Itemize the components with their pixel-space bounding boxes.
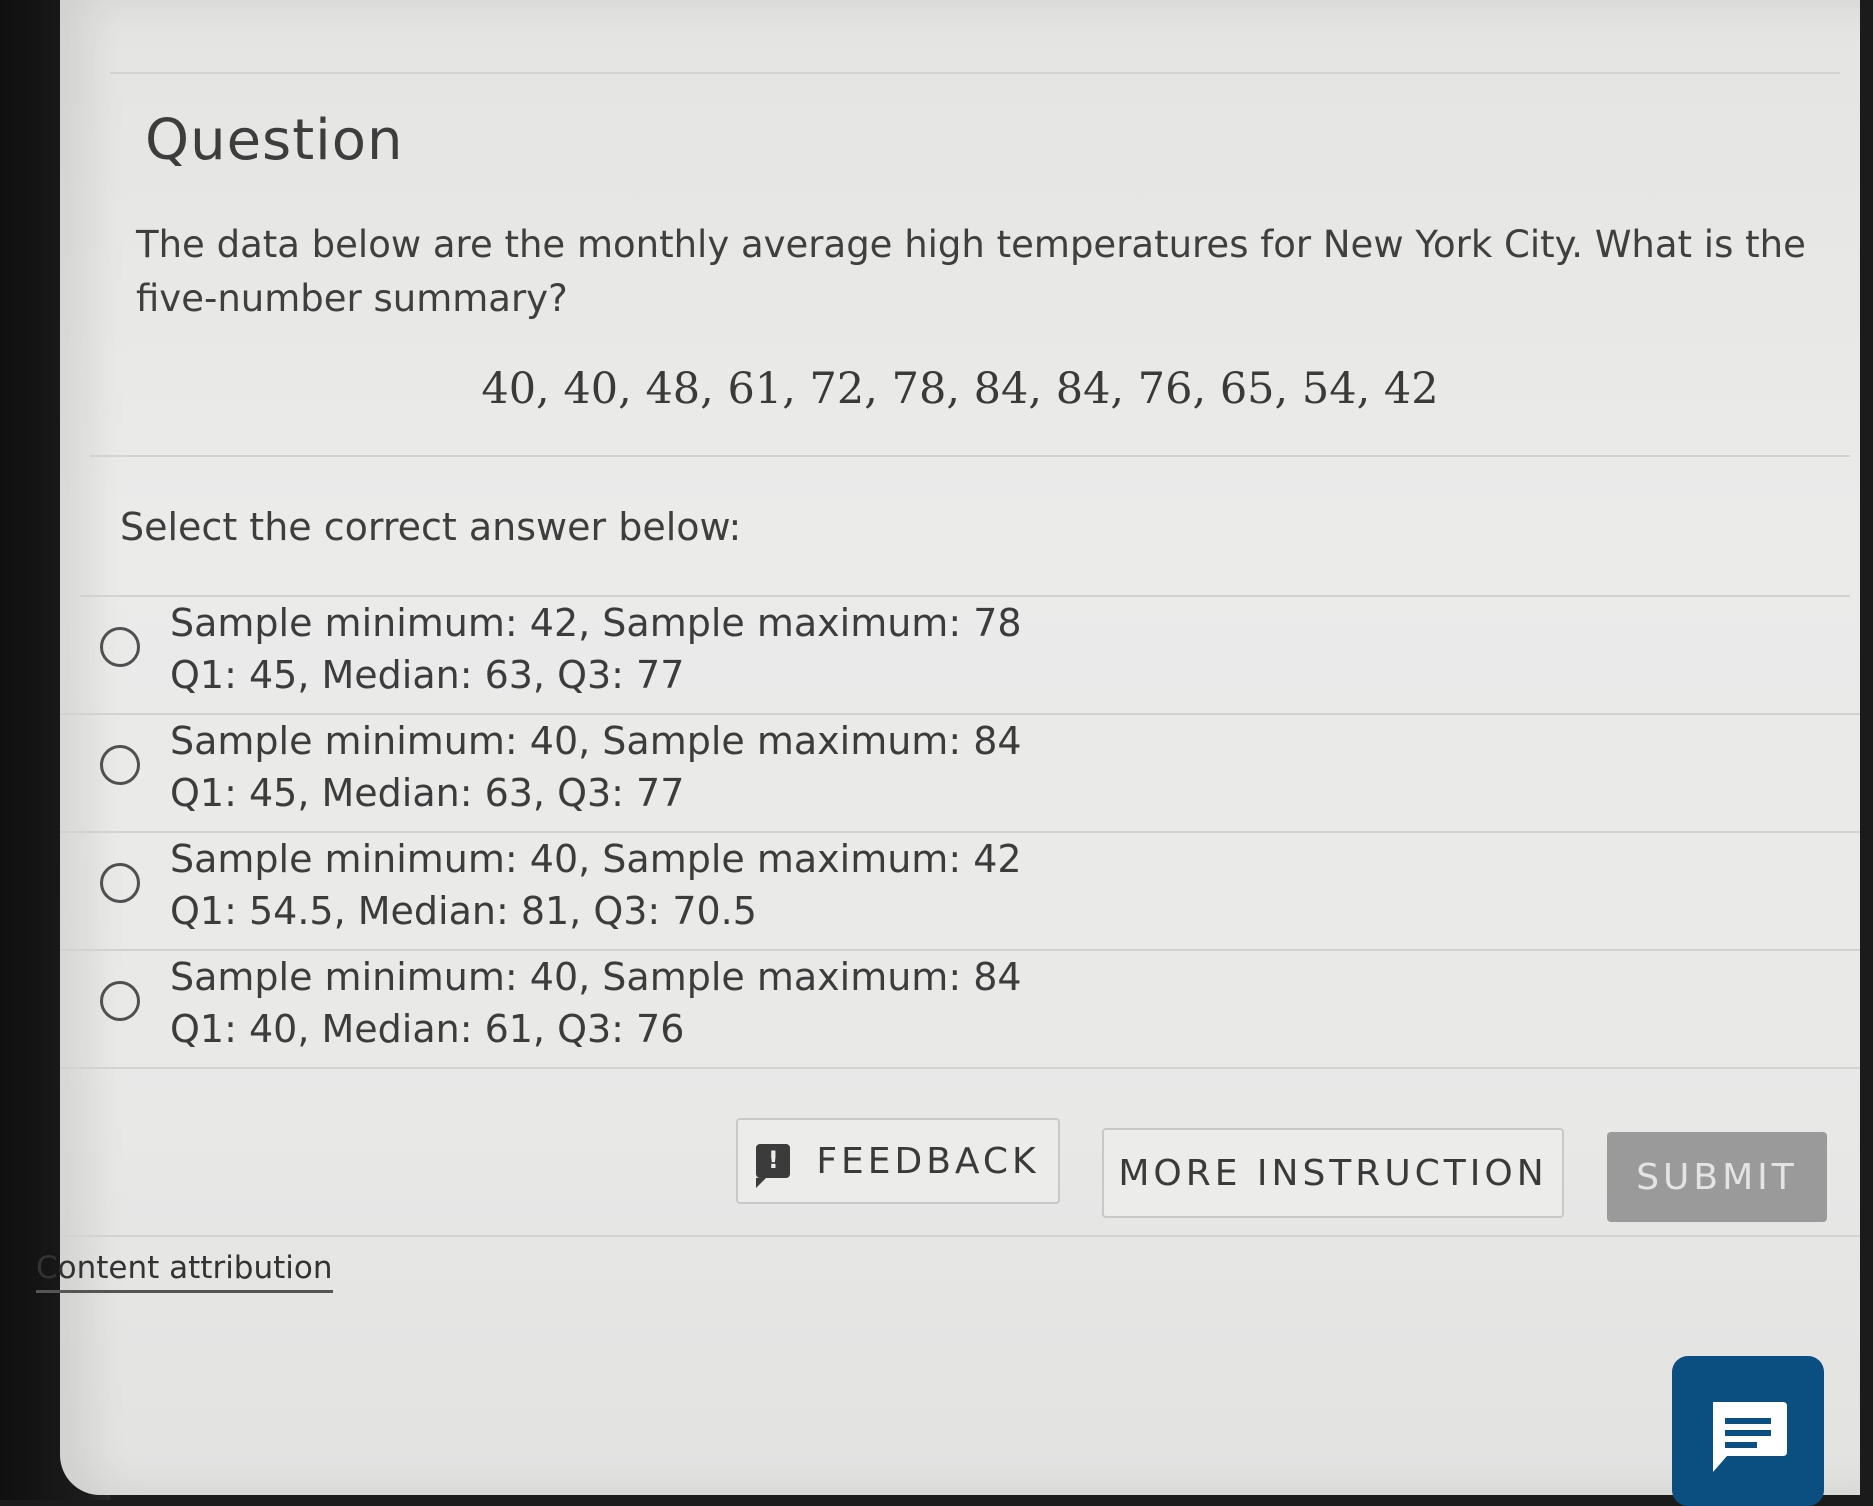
divider [110,72,1840,74]
submit-button[interactable]: SUBMIT [1607,1132,1827,1222]
feedback-icon: ! [756,1144,791,1188]
content-attribution-link[interactable]: Content attribution [36,1250,333,1293]
page-title: Question [145,108,404,173]
chat-icon [1713,1402,1787,1472]
answer-options: Sample minimum: 42, Sample maximum: 78 Q… [60,597,1860,1069]
feedback-button[interactable]: ! FEEDBACK [736,1118,1060,1204]
option-line-1: Sample minimum: 40, Sample maximum: 42 [170,837,1022,881]
answer-option-2[interactable]: Sample minimum: 40, Sample maximum: 84 Q… [60,715,1860,833]
option-line-1: Sample minimum: 42, Sample maximum: 78 [170,601,1022,645]
question-panel: Question The data below are the monthly … [36,0,1860,1506]
feedback-label: FEEDBACK [816,1140,1040,1182]
radio-icon[interactable] [100,863,140,903]
option-line-1: Sample minimum: 40, Sample maximum: 84 [170,955,1022,999]
option-line-2: Q1: 45, Median: 63, Q3: 77 [170,653,685,697]
option-line-2: Q1: 40, Median: 61, Q3: 76 [170,1007,685,1051]
more-instruction-button[interactable]: MORE INSTRUCTION [1102,1128,1564,1218]
radio-icon[interactable] [100,627,140,667]
option-line-2: Q1: 54.5, Median: 81, Q3: 70.5 [170,889,757,933]
answer-instruction: Select the correct answer below: [120,505,742,549]
option-line-2: Q1: 45, Median: 63, Q3: 77 [170,771,685,815]
answer-option-4[interactable]: Sample minimum: 40, Sample maximum: 84 Q… [60,951,1860,1069]
answer-option-1[interactable]: Sample minimum: 42, Sample maximum: 78 Q… [60,597,1860,715]
divider [90,455,1850,457]
chat-button[interactable] [1672,1356,1824,1506]
submit-label: SUBMIT [1636,1156,1798,1198]
question-text: The data below are the monthly average h… [136,223,1806,320]
radio-icon[interactable] [100,745,140,785]
data-values: 40, 40, 48, 61, 72, 78, 84, 84, 76, 65, … [481,364,1439,414]
divider [60,1235,1860,1237]
answer-option-3[interactable]: Sample minimum: 40, Sample maximum: 42 Q… [60,833,1860,951]
more-instruction-label: MORE INSTRUCTION [1118,1152,1548,1194]
radio-icon[interactable] [100,981,140,1021]
option-line-1: Sample minimum: 40, Sample maximum: 84 [170,719,1022,763]
